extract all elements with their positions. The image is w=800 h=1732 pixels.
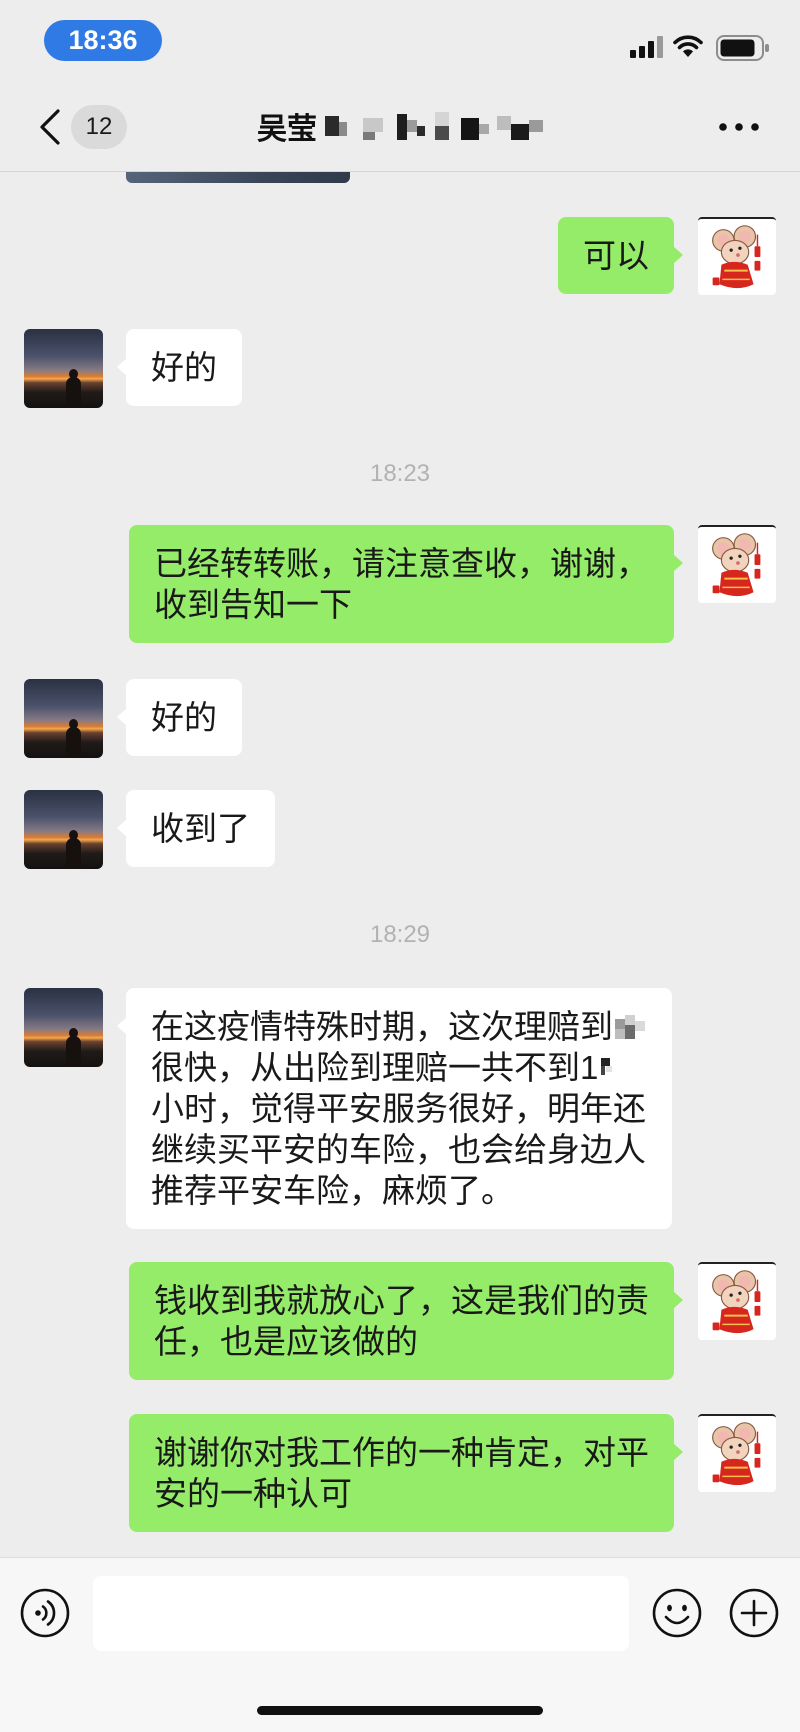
message-text: 小时，觉得平安服务很好，明年还	[151, 1090, 646, 1127]
voice-icon[interactable]	[19, 1587, 71, 1639]
message-bubble[interactable]: 好的	[117, 329, 242, 406]
message-bubble[interactable]: 钱收到我就放心了，这是我们的责 任，也是应该做的	[129, 1262, 683, 1380]
message-text: 好的	[151, 699, 217, 736]
avatar[interactable]	[698, 525, 776, 603]
status-time: 18:36	[44, 20, 162, 61]
message-text: 钱收到我就放心了，这是我们的责	[154, 1282, 649, 1319]
message-text: 好的	[151, 349, 217, 386]
chat-title: 吴莹	[257, 106, 547, 146]
unread-count-badge[interactable]: 12	[71, 105, 127, 149]
message-text: 推荐平安车险，麻烦了。	[151, 1172, 514, 1209]
home-indicator[interactable]	[257, 1706, 543, 1715]
wifi-icon	[673, 35, 703, 57]
message-text: 继续买平安的车险，也会给身边人	[151, 1131, 646, 1168]
redacted-mosaic	[325, 112, 543, 140]
plus-circle-icon[interactable]	[728, 1587, 780, 1639]
message-bubble[interactable]: 谢谢你对我工作的一种肯定，对平 安的一种认可	[129, 1414, 683, 1532]
avatar[interactable]	[24, 329, 103, 408]
avatar[interactable]	[698, 217, 776, 295]
chevron-left-icon[interactable]	[36, 106, 66, 148]
message-line: 很快，从出险到理赔一共不到1	[151, 1047, 647, 1088]
message-line: 在这疫情特殊时期，这次理赔到	[151, 1006, 647, 1047]
message-bubble[interactable]: 已经转转账，请注意查收，谢谢， 收到告知一下	[129, 525, 683, 643]
signal-icon	[630, 36, 663, 58]
emoji-icon[interactable]	[651, 1587, 703, 1639]
message-text: 谢谢你对我工作的一种肯定，对平	[154, 1434, 649, 1471]
message-text: 很快，从出险到理赔一共不到1	[151, 1049, 599, 1086]
avatar[interactable]	[24, 790, 103, 869]
mouse-avatar-icon	[698, 219, 776, 295]
message-text: 在这疫情特殊时期，这次理赔到	[151, 1008, 613, 1045]
redacted-mosaic	[615, 1015, 645, 1039]
message-text: 已经转转账，请注意查收，谢谢，	[154, 545, 649, 582]
timestamp: 18:23	[369, 460, 431, 487]
mouse-avatar-icon	[698, 1416, 776, 1492]
image-message-partial[interactable]	[126, 172, 350, 183]
message-bubble[interactable]: 可以	[558, 217, 683, 294]
mouse-avatar-icon	[698, 1264, 776, 1340]
message-bubble[interactable]: 在这疫情特殊时期，这次理赔到 很快，从出险到理赔一共不到1 小时，觉得平安服务很…	[117, 988, 672, 1229]
message-text: 收到了	[151, 810, 250, 847]
avatar[interactable]	[24, 679, 103, 758]
message-text: 收到告知一下	[154, 586, 352, 623]
message-text: 任，也是应该做的	[154, 1323, 418, 1360]
timestamp: 18:29	[369, 921, 431, 948]
message-bubble[interactable]: 好的	[117, 679, 242, 756]
avatar[interactable]	[698, 1262, 776, 1340]
message-text: 安的一种认可	[154, 1475, 352, 1512]
message-bubble[interactable]: 收到了	[117, 790, 275, 867]
message-text: 可以	[583, 237, 649, 274]
avatar[interactable]	[24, 988, 103, 1067]
battery-icon	[716, 35, 769, 61]
contact-name: 吴莹	[257, 113, 317, 146]
mouse-avatar-icon	[698, 527, 776, 603]
redacted-mosaic	[601, 1058, 613, 1075]
message-input[interactable]	[93, 1576, 629, 1651]
avatar[interactable]	[698, 1414, 776, 1492]
header-divider	[0, 171, 800, 172]
more-dots-icon[interactable]	[716, 117, 762, 137]
